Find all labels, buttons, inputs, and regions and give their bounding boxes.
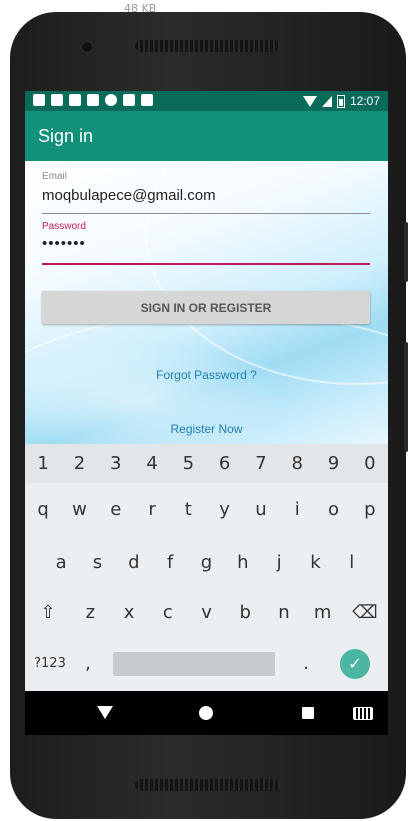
period-key[interactable]: . xyxy=(287,644,325,683)
key-5[interactable]: 5 xyxy=(170,444,206,483)
password-label: Password xyxy=(42,221,86,232)
key-r[interactable]: r xyxy=(134,491,170,528)
shield-icon xyxy=(33,94,45,106)
key-0[interactable]: 0 xyxy=(352,444,388,483)
signal-icon xyxy=(321,95,332,107)
enter-key[interactable]: ✓ xyxy=(325,644,385,683)
power-button xyxy=(404,222,408,282)
password-underline xyxy=(42,263,370,265)
mail-icon xyxy=(51,94,63,106)
email-underline xyxy=(42,213,370,214)
key-t[interactable]: t xyxy=(170,491,206,528)
key-c[interactable]: c xyxy=(148,594,187,631)
key-f[interactable]: f xyxy=(152,544,188,581)
key-u[interactable]: u xyxy=(243,491,279,528)
key-2[interactable]: 2 xyxy=(61,444,97,483)
phone-screen: 12:07 Sign in Email moqbulapece@gmail.co… xyxy=(25,91,388,735)
signin-form: Email moqbulapece@gmail.com Password •••… xyxy=(25,161,388,448)
key-9[interactable]: 9 xyxy=(315,444,351,483)
shift-icon[interactable]: ⇧ xyxy=(25,594,71,631)
key-3[interactable]: 3 xyxy=(98,444,134,483)
bottom-speaker xyxy=(135,779,280,791)
status-bar: 12:07 xyxy=(25,91,388,111)
navigation-bar xyxy=(25,691,388,735)
keyboard-row-3: ⇧ z x c v b n m ⌫ xyxy=(25,594,388,631)
forgot-password-link[interactable]: Forgot Password ? xyxy=(25,368,388,382)
space-key[interactable] xyxy=(113,644,275,683)
comma-key[interactable]: , xyxy=(75,644,101,683)
check-icon: ✓ xyxy=(340,648,370,679)
sd-card-icon xyxy=(123,94,135,106)
key-l[interactable]: l xyxy=(334,544,370,581)
key-a[interactable]: a xyxy=(43,544,79,581)
key-e[interactable]: e xyxy=(98,491,134,528)
key-g[interactable]: g xyxy=(188,544,224,581)
register-link[interactable]: Register Now xyxy=(25,422,388,436)
key-o[interactable]: o xyxy=(315,491,351,528)
key-4[interactable]: 4 xyxy=(134,444,170,483)
key-v[interactable]: v xyxy=(187,594,226,631)
app-bar: Sign in xyxy=(25,111,388,161)
front-camera xyxy=(80,40,94,54)
key-y[interactable]: y xyxy=(206,491,242,528)
key-7[interactable]: 7 xyxy=(243,444,279,483)
key-i[interactable]: i xyxy=(279,491,315,528)
recents-icon[interactable] xyxy=(302,707,314,719)
mail-icon xyxy=(87,94,99,106)
key-n[interactable]: n xyxy=(265,594,304,631)
volume-button xyxy=(404,342,408,452)
key-b[interactable]: b xyxy=(226,594,265,631)
key-s[interactable]: s xyxy=(79,544,115,581)
top-speaker xyxy=(135,40,280,52)
key-q[interactable]: q xyxy=(25,491,61,528)
key-x[interactable]: x xyxy=(110,594,149,631)
back-icon[interactable] xyxy=(97,706,113,719)
key-j[interactable]: j xyxy=(261,544,297,581)
email-label: Email xyxy=(42,171,68,182)
key-m[interactable]: m xyxy=(303,594,342,631)
keyboard-number-row: 1 2 3 4 5 6 7 8 9 0 xyxy=(25,444,388,483)
keyboard-row-2: a s d f g h j k l xyxy=(25,544,388,581)
keyboard-row-4: ?123 , . ✓ xyxy=(25,644,388,683)
home-icon[interactable] xyxy=(199,706,213,720)
status-time: 12:07 xyxy=(349,94,380,108)
key-p[interactable]: p xyxy=(352,491,388,528)
backspace-icon[interactable]: ⌫ xyxy=(342,594,388,631)
flag-icon xyxy=(141,94,153,106)
key-w[interactable]: w xyxy=(61,491,97,528)
key-k[interactable]: k xyxy=(297,544,333,581)
key-h[interactable]: h xyxy=(225,544,261,581)
symbols-key[interactable]: ?123 xyxy=(25,644,75,683)
page-title: Sign in xyxy=(38,126,94,146)
key-6[interactable]: 6 xyxy=(206,444,242,483)
key-8[interactable]: 8 xyxy=(279,444,315,483)
key-z[interactable]: z xyxy=(71,594,110,631)
key-1[interactable]: 1 xyxy=(25,444,61,483)
wifi-icon xyxy=(302,95,317,107)
key-d[interactable]: d xyxy=(116,544,152,581)
signin-button[interactable]: SIGN IN OR REGISTER xyxy=(42,291,370,324)
circle-icon xyxy=(105,94,117,106)
keyboard-switch-icon[interactable] xyxy=(353,707,373,720)
soft-keyboard: 1 2 3 4 5 6 7 8 9 0 q w e r t y u i o p … xyxy=(25,444,388,691)
keyboard-row-1: q w e r t y u i o p xyxy=(25,491,388,528)
password-field[interactable]: ••••••• xyxy=(42,235,86,252)
image-icon xyxy=(69,94,81,106)
battery-icon xyxy=(336,94,345,108)
email-field[interactable]: moqbulapece@gmail.com xyxy=(42,187,216,204)
